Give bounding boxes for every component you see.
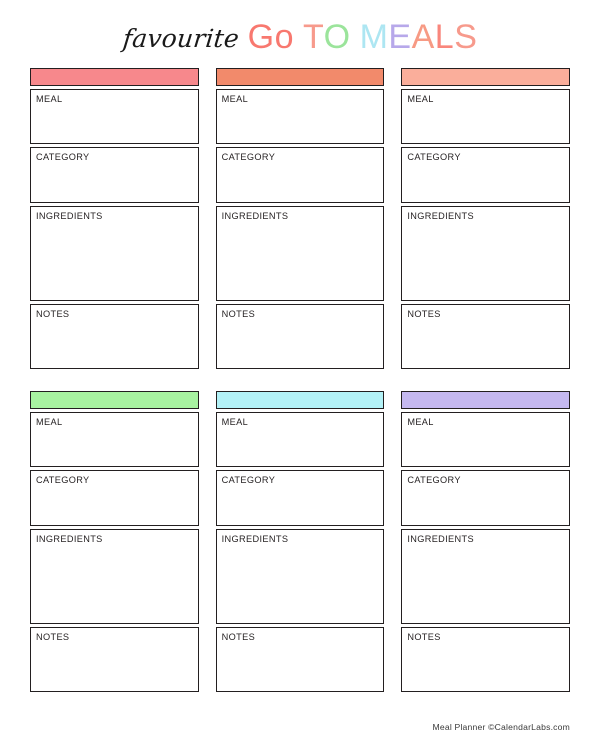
category-field[interactable]: CATEGORY — [401, 147, 570, 203]
ingredients-label: INGREDIENTS — [36, 534, 103, 544]
ingredients-label: INGREDIENTS — [407, 211, 474, 221]
meal-card-color-banner — [215, 68, 385, 86]
category-field[interactable]: CATEGORY — [215, 470, 385, 526]
meal-label: MEAL — [407, 417, 434, 427]
meal-label: MEAL — [407, 94, 434, 104]
notes-field[interactable]: NOTES — [401, 627, 570, 692]
title-letter-m-6: M — [359, 18, 389, 56]
title-letter-e-7: E — [388, 18, 412, 56]
notes-field[interactable]: NOTES — [215, 304, 385, 369]
meal-card: MEAL CATEGORY INGREDIENTS NOTES — [215, 68, 385, 369]
meal-label: MEAL — [36, 417, 63, 427]
ingredients-field[interactable]: INGREDIENTS — [401, 529, 570, 624]
ingredients-label: INGREDIENTS — [36, 211, 103, 221]
ingredients-field[interactable]: INGREDIENTS — [215, 206, 385, 301]
page-header: favourite Go TO MEALS — [0, 0, 600, 68]
meal-card-color-banner — [215, 391, 385, 409]
category-label: CATEGORY — [407, 475, 461, 485]
title-letter-a-8: A — [411, 18, 435, 56]
category-label: CATEGORY — [36, 152, 90, 162]
meal-card-grid: MEAL CATEGORY INGREDIENTS NOTES MEAL CATEGORY… — [30, 68, 570, 692]
meal-card: MEAL CATEGORY INGREDIENTS NOTES — [401, 391, 570, 692]
ingredients-label: INGREDIENTS — [221, 211, 289, 221]
notes-label: NOTES — [36, 632, 70, 642]
notes-label: NOTES — [36, 309, 70, 319]
notes-field[interactable]: NOTES — [30, 627, 199, 692]
meal-label: MEAL — [36, 94, 63, 104]
notes-label: NOTES — [407, 309, 441, 319]
category-field[interactable]: CATEGORY — [215, 147, 385, 203]
meal-card-color-banner — [401, 68, 570, 86]
title-letter-o-1: o — [274, 18, 294, 56]
meal-field[interactable]: MEAL — [30, 89, 199, 144]
category-field[interactable]: CATEGORY — [30, 470, 199, 526]
ingredients-field[interactable]: INGREDIENTS — [215, 529, 385, 624]
footer-credit: Meal Planner ©CalendarLabs.com — [432, 722, 570, 732]
title-letter-g-0: G — [247, 18, 275, 56]
notes-field[interactable]: NOTES — [401, 304, 570, 369]
ingredients-label: INGREDIENTS — [221, 534, 289, 544]
notes-label: NOTES — [407, 632, 441, 642]
notes-field[interactable]: NOTES — [30, 304, 199, 369]
meal-card-color-banner — [401, 391, 570, 409]
notes-field[interactable]: NOTES — [215, 627, 385, 692]
meal-card-color-banner — [30, 68, 199, 86]
title-letter-o-4: O — [323, 18, 351, 56]
category-field[interactable]: CATEGORY — [401, 470, 570, 526]
meal-field[interactable]: MEAL — [215, 89, 385, 144]
ingredients-field[interactable]: INGREDIENTS — [30, 529, 199, 624]
category-label: CATEGORY — [36, 475, 90, 485]
category-label: CATEGORY — [221, 152, 276, 162]
notes-label: NOTES — [221, 309, 256, 319]
page-title: favourite Go TO MEALS — [121, 20, 478, 54]
category-label: CATEGORY — [407, 152, 461, 162]
meal-field[interactable]: MEAL — [215, 412, 385, 467]
category-field[interactable]: CATEGORY — [30, 147, 199, 203]
page-title-script: favourite — [121, 24, 241, 53]
notes-label: NOTES — [221, 632, 256, 642]
page-title-main: Go TO MEALS — [248, 20, 478, 54]
meal-label: MEAL — [221, 417, 249, 427]
title-letter-l-9: L — [434, 18, 455, 56]
category-label: CATEGORY — [221, 475, 276, 485]
meal-card: MEAL CATEGORY INGREDIENTS NOTES — [30, 68, 199, 369]
ingredients-label: INGREDIENTS — [407, 534, 474, 544]
meal-field[interactable]: MEAL — [30, 412, 199, 467]
meal-card: MEAL CATEGORY INGREDIENTS NOTES — [215, 391, 385, 692]
meal-field[interactable]: MEAL — [401, 89, 570, 144]
title-letter-t-3: T — [302, 18, 324, 56]
meal-card: MEAL CATEGORY INGREDIENTS NOTES — [30, 391, 199, 692]
meal-card: MEAL CATEGORY INGREDIENTS NOTES — [401, 68, 570, 369]
meal-card-color-banner — [30, 391, 199, 409]
meal-field[interactable]: MEAL — [401, 412, 570, 467]
title-letter-s-10: S — [454, 18, 478, 56]
ingredients-field[interactable]: INGREDIENTS — [401, 206, 570, 301]
ingredients-field[interactable]: INGREDIENTS — [30, 206, 199, 301]
meal-label: MEAL — [221, 94, 249, 104]
